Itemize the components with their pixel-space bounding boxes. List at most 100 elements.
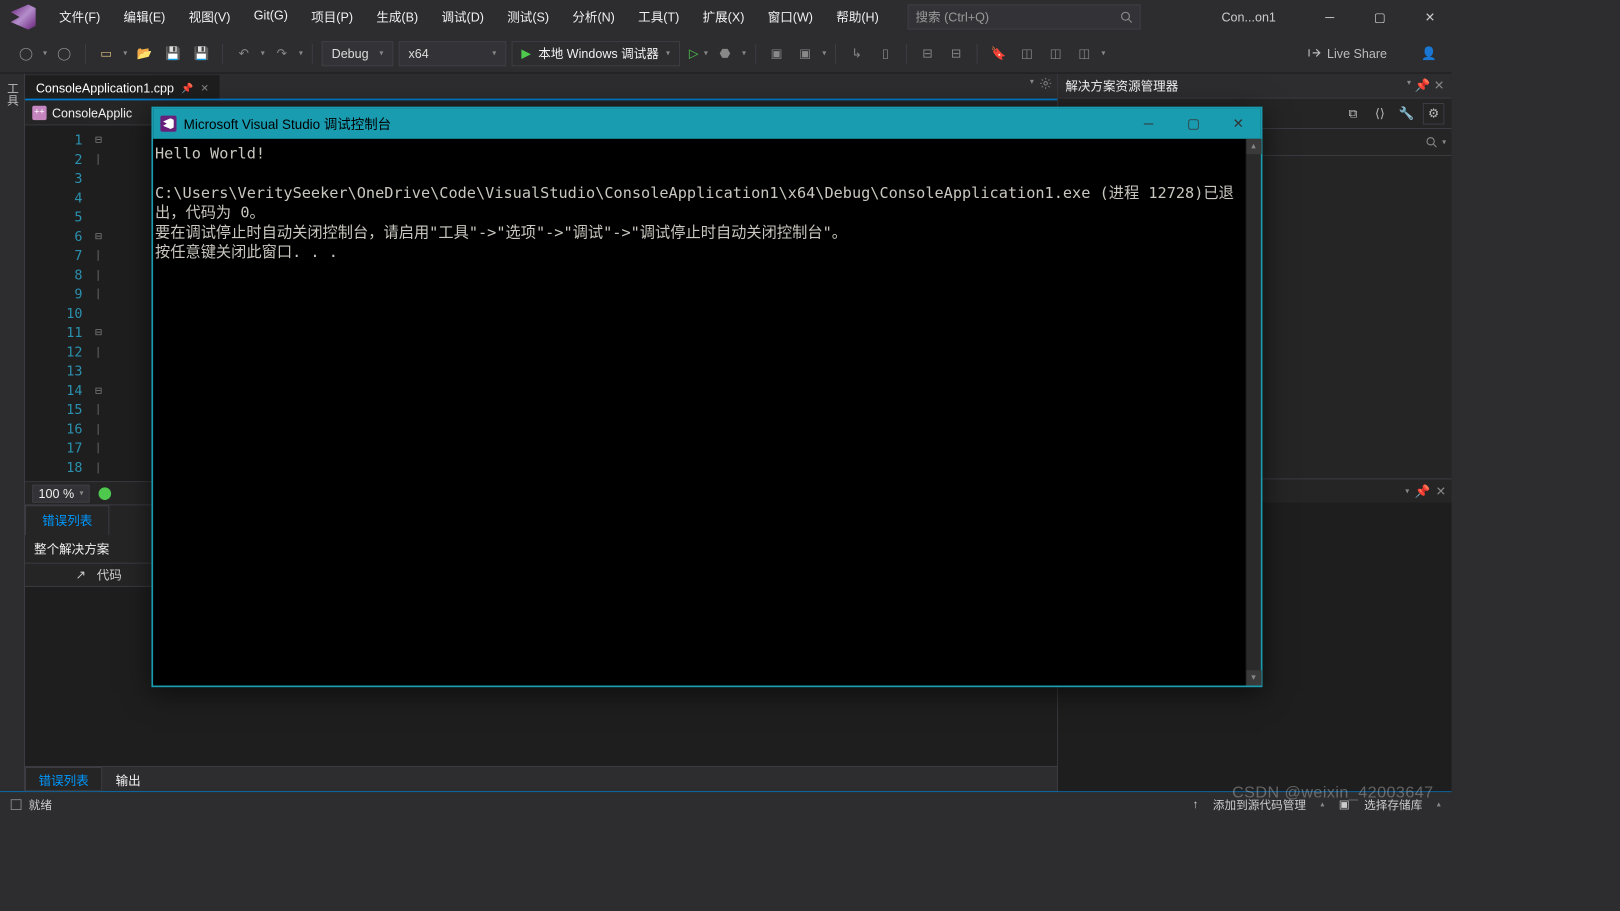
menu-extensions[interactable]: 扩展(X): [692, 1, 755, 33]
se-search-button[interactable]: [1421, 131, 1443, 153]
pin-icon[interactable]: 📌: [181, 82, 193, 94]
pin-icon[interactable]: 📌: [1415, 483, 1431, 498]
menu-debug[interactable]: 调试(D): [431, 1, 495, 33]
close-icon[interactable]: ✕: [201, 82, 209, 94]
se-wrench-button[interactable]: 🔧: [1396, 103, 1418, 125]
config-combo[interactable]: Debug ▾: [322, 41, 393, 66]
bottom-tab-errors[interactable]: 错误列表: [25, 767, 102, 791]
tb-btn-j[interactable]: ◫: [1044, 42, 1067, 65]
global-search-input[interactable]: 搜索 (Ctrl+Q): [907, 4, 1140, 29]
watermark-text: CSDN @weixin_42003647: [1232, 783, 1434, 802]
search-placeholder: 搜索 (Ctrl+Q): [916, 8, 990, 26]
menu-build[interactable]: 生成(B): [366, 1, 429, 33]
start-without-debug-button[interactable]: ▷: [689, 46, 699, 61]
save-all-button[interactable]: 💾: [190, 42, 213, 65]
editor-tab[interactable]: ConsoleApplication1.cpp 📌 ✕: [25, 75, 219, 98]
close-icon[interactable]: ✕: [1434, 78, 1445, 93]
live-share-button[interactable]: Live Share: [1300, 43, 1394, 65]
solution-explorer-title: 解决方案资源管理器: [1065, 77, 1178, 95]
toolbox-label: 工具: [4, 82, 21, 105]
chevron-down-icon: ▾: [43, 48, 47, 58]
toolbox-sidetab[interactable]: 工具: [0, 73, 25, 791]
menu-edit[interactable]: 编辑(E): [113, 1, 176, 33]
separator: [977, 43, 978, 63]
main-toolbar: ◯ ▾ ◯ ▭ ▾ 📂 💾 💾 ↶ ▾ ↷ ▾ Debug ▾ x64 ▾ ▶ …: [0, 34, 1452, 73]
start-debug-button[interactable]: ▶ 本地 Windows 调试器 ▾: [512, 41, 680, 66]
error-scope-combo[interactable]: 整个解决方案: [34, 540, 109, 558]
tb-btn-h[interactable]: 🔖: [987, 42, 1010, 65]
chevron-down-icon: ▾: [704, 48, 708, 58]
console-minimize-button[interactable]: ─: [1126, 108, 1171, 138]
tb-btn-g[interactable]: ⊟: [945, 42, 968, 65]
nav-forward-button[interactable]: ◯: [52, 42, 75, 65]
gear-icon[interactable]: [1039, 77, 1052, 90]
menu-file[interactable]: 文件(F): [48, 1, 111, 33]
chevron-down-icon: ▾: [1101, 48, 1105, 58]
debug-console-window: Microsoft Visual Studio 调试控制台 ─ ▢ ✕ Hell…: [151, 107, 1262, 688]
menu-window[interactable]: 窗口(W): [757, 1, 824, 33]
console-output[interactable]: Hello World! C:\Users\VeritySeeker\OneDr…: [153, 139, 1245, 686]
menu-tools[interactable]: 工具(T): [627, 1, 690, 33]
undo-button[interactable]: ↶: [232, 42, 255, 65]
solution-name-label: Con...on1: [1196, 10, 1301, 24]
se-copy-button[interactable]: ⧉: [1342, 103, 1364, 125]
new-project-button[interactable]: ▭: [95, 42, 118, 65]
menu-git[interactable]: Git(G): [243, 1, 299, 33]
chevron-down-icon[interactable]: ▾: [1030, 77, 1034, 90]
error-list-tab[interactable]: 错误列表: [25, 505, 109, 535]
window-maximize-button[interactable]: ▢: [1358, 1, 1401, 33]
separator: [755, 43, 756, 63]
console-maximize-button[interactable]: ▢: [1171, 108, 1216, 138]
status-ready-label: 就绪: [29, 796, 52, 813]
save-button[interactable]: 💾: [161, 42, 184, 65]
zoom-combo[interactable]: 100 % ▾: [32, 484, 90, 502]
feedback-button[interactable]: 👤: [1417, 42, 1440, 65]
menu-analyze[interactable]: 分析(N): [562, 1, 626, 33]
nav-back-button[interactable]: ◯: [14, 42, 37, 65]
console-titlebar[interactable]: Microsoft Visual Studio 调试控制台 ─ ▢ ✕: [153, 108, 1260, 138]
tb-btn-d[interactable]: ↳: [845, 42, 868, 65]
platform-combo[interactable]: x64 ▾: [399, 41, 507, 66]
chevron-down-icon: ▾: [742, 48, 746, 58]
console-scrollbar[interactable]: ▴ ▾: [1245, 139, 1260, 686]
separator: [906, 43, 907, 63]
menu-help[interactable]: 帮助(H): [826, 1, 890, 33]
tb-btn-c[interactable]: ▣: [794, 42, 817, 65]
up-arrow-icon[interactable]: ↑: [1193, 797, 1199, 810]
titlebar: 文件(F) 编辑(E) 视图(V) Git(G) 项目(P) 生成(B) 调试(…: [0, 0, 1452, 34]
scroll-up-button[interactable]: ▴: [1246, 139, 1261, 154]
console-close-button[interactable]: ✕: [1216, 108, 1261, 138]
live-share-label: Live Share: [1327, 46, 1387, 60]
menu-view[interactable]: 视图(V): [178, 1, 241, 33]
code-column-header[interactable]: 代码: [97, 566, 122, 584]
tb-btn-e[interactable]: ▯: [874, 42, 897, 65]
search-icon: [1120, 11, 1133, 24]
fold-gutter: ⊟ │ ⊟ │││ ⊟ │ ⊟ ││││: [90, 125, 108, 481]
tb-btn-a[interactable]: ⬣: [713, 42, 736, 65]
open-file-button[interactable]: 📂: [133, 42, 156, 65]
health-ok-icon: [99, 487, 112, 500]
status-icon: [11, 799, 22, 810]
pin-icon[interactable]: 📌: [1415, 78, 1431, 93]
tb-btn-f[interactable]: ⊟: [916, 42, 939, 65]
tb-btn-b[interactable]: ▣: [765, 42, 788, 65]
chevron-down-icon[interactable]: ▾: [1405, 486, 1409, 496]
tb-btn-k[interactable]: ◫: [1073, 42, 1096, 65]
chevron-down-icon: ▾: [492, 48, 496, 58]
bottom-tab-output[interactable]: 输出: [102, 767, 154, 791]
window-minimize-button[interactable]: ─: [1308, 1, 1351, 33]
close-icon[interactable]: ✕: [1436, 483, 1447, 498]
chevron-down-icon: ▾: [379, 48, 383, 58]
tb-btn-i[interactable]: ◫: [1015, 42, 1038, 65]
menu-project[interactable]: 项目(P): [300, 1, 363, 33]
vs-logo-icon: [11, 4, 36, 29]
scroll-down-button[interactable]: ▾: [1246, 670, 1261, 685]
se-code-button[interactable]: ⟨⟩: [1369, 103, 1391, 125]
chevron-down-icon[interactable]: ▾: [1442, 137, 1446, 147]
menu-test[interactable]: 测试(S): [496, 1, 559, 33]
chevron-down-icon[interactable]: ▾: [1407, 78, 1411, 93]
play-icon: ▶: [521, 46, 531, 61]
window-close-button[interactable]: ✕: [1409, 1, 1452, 33]
redo-button[interactable]: ↷: [270, 42, 293, 65]
se-settings-button[interactable]: ⚙: [1423, 103, 1445, 125]
